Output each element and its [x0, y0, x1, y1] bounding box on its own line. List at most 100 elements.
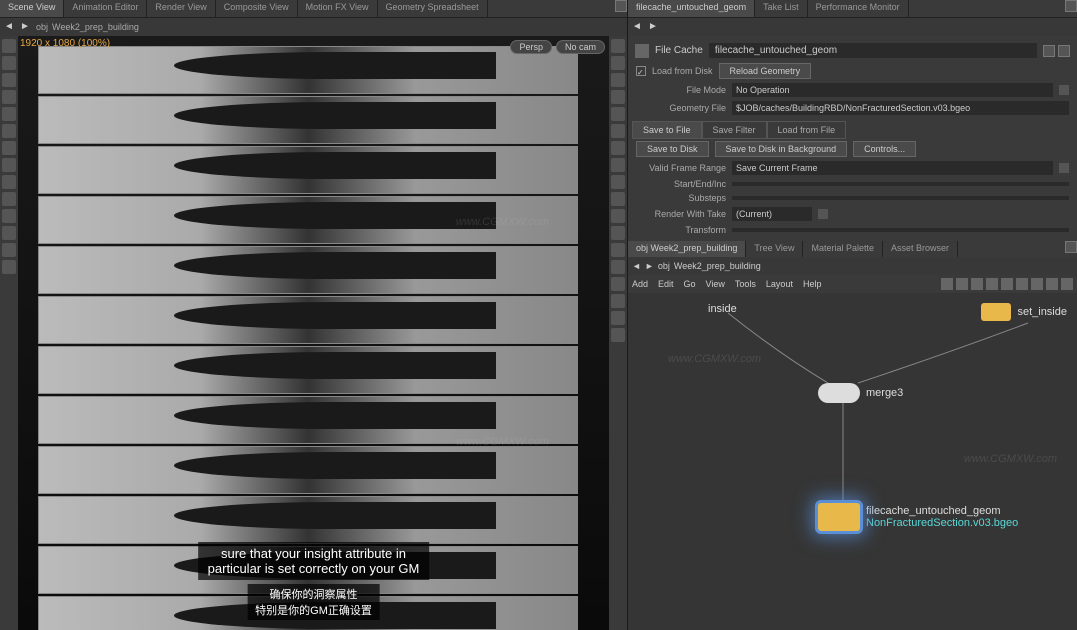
tab-asset-browser[interactable]: Asset Browser: [883, 241, 958, 257]
tool-icon[interactable]: [971, 278, 983, 290]
tab-animation-editor[interactable]: Animation Editor: [64, 0, 147, 17]
tab-take-list[interactable]: Take List: [755, 0, 808, 17]
tool-icon[interactable]: [2, 158, 16, 172]
tab-load-from-file[interactable]: Load from File: [767, 121, 847, 139]
scale-tool-icon[interactable]: [2, 90, 16, 104]
display-icon[interactable]: [611, 209, 625, 223]
menu-tools[interactable]: Tools: [735, 279, 756, 289]
forward-icon[interactable]: ►: [20, 21, 32, 33]
display-icon[interactable]: [611, 73, 625, 87]
tool-icon[interactable]: [2, 209, 16, 223]
tool-icon[interactable]: [956, 278, 968, 290]
node-filecache[interactable]: filecache_untouched_geom NonFracturedSec…: [818, 503, 1018, 531]
tool-icon[interactable]: [2, 226, 16, 240]
tab-material-palette[interactable]: Material Palette: [803, 241, 883, 257]
controls-button[interactable]: Controls...: [853, 141, 916, 157]
back-icon[interactable]: ◄: [632, 21, 644, 33]
tool-icon[interactable]: [2, 124, 16, 138]
reload-geometry-button[interactable]: Reload Geometry: [719, 63, 812, 79]
display-icon[interactable]: [611, 294, 625, 308]
display-icon[interactable]: [611, 107, 625, 121]
menu-help[interactable]: Help: [803, 279, 822, 289]
tool-icon[interactable]: [941, 278, 953, 290]
back-icon[interactable]: ◄: [4, 21, 16, 33]
display-icon[interactable]: [611, 56, 625, 70]
geometry-file-field[interactable]: $JOB/caches/BuildingRBD/NonFracturedSect…: [732, 101, 1069, 115]
display-icon[interactable]: [611, 260, 625, 274]
display-icon[interactable]: [611, 277, 625, 291]
save-to-disk-button[interactable]: Save to Disk: [636, 141, 709, 157]
substeps-field[interactable]: [732, 196, 1069, 200]
tab-add-icon[interactable]: [1065, 241, 1077, 253]
tool-icon[interactable]: [2, 260, 16, 274]
rotate-tool-icon[interactable]: [2, 73, 16, 87]
tool-icon[interactable]: [1061, 278, 1073, 290]
display-icon[interactable]: [611, 243, 625, 257]
select-tool-icon[interactable]: [2, 39, 16, 53]
tab-composite-view[interactable]: Composite View: [216, 0, 298, 17]
display-icon[interactable]: [611, 328, 625, 342]
tab-filecache[interactable]: filecache_untouched_geom: [628, 0, 755, 17]
node-name-field[interactable]: filecache_untouched_geom: [709, 43, 1037, 58]
chevron-down-icon[interactable]: [818, 209, 828, 219]
tool-icon[interactable]: [2, 107, 16, 121]
persp-dropdown[interactable]: Persp: [510, 40, 552, 54]
tool-icon[interactable]: [2, 192, 16, 206]
menu-add[interactable]: Add: [632, 279, 648, 289]
tool-icon[interactable]: [1001, 278, 1013, 290]
forward-icon[interactable]: ►: [648, 21, 660, 33]
chevron-down-icon[interactable]: [1059, 163, 1069, 173]
valid-frame-range-dropdown[interactable]: Save Current Frame: [732, 161, 1053, 175]
tab-tree-view[interactable]: Tree View: [746, 241, 803, 257]
network-canvas[interactable]: inside set_inside merge3 filecache_untou…: [628, 293, 1077, 630]
display-icon[interactable]: [611, 141, 625, 155]
path-obj[interactable]: obj: [658, 261, 670, 271]
back-icon[interactable]: ◄: [632, 261, 641, 271]
tab-add-icon[interactable]: [615, 0, 627, 12]
path-obj[interactable]: obj: [36, 22, 48, 32]
tab-geometry-spreadsheet[interactable]: Geometry Spreadsheet: [378, 0, 488, 17]
chevron-down-icon[interactable]: [1059, 85, 1069, 95]
tab-motion-fx[interactable]: Motion FX View: [298, 0, 378, 17]
tool-icon[interactable]: [1046, 278, 1058, 290]
3d-viewport[interactable]: Persp No cam www.CGMXW.: [18, 36, 609, 630]
menu-view[interactable]: View: [706, 279, 725, 289]
tab-add-icon[interactable]: [1065, 0, 1077, 12]
display-icon[interactable]: [611, 311, 625, 325]
menu-layout[interactable]: Layout: [766, 279, 793, 289]
tab-performance[interactable]: Performance Monitor: [808, 0, 909, 17]
tool-icon[interactable]: [2, 141, 16, 155]
node-inside[interactable]: inside: [708, 303, 737, 315]
node-set-inside[interactable]: set_inside: [981, 303, 1067, 321]
node-merge3[interactable]: merge3: [818, 383, 903, 403]
tab-render-view[interactable]: Render View: [147, 0, 215, 17]
path-building[interactable]: Week2_prep_building: [674, 261, 761, 271]
cam-dropdown[interactable]: No cam: [556, 40, 605, 54]
tool-icon[interactable]: [1016, 278, 1028, 290]
display-icon[interactable]: [611, 192, 625, 206]
menu-edit[interactable]: Edit: [658, 279, 674, 289]
tool-icon[interactable]: [2, 175, 16, 189]
render-with-take-dropdown[interactable]: (Current): [732, 207, 812, 221]
tab-save-filter[interactable]: Save Filter: [702, 121, 767, 139]
display-icon[interactable]: [611, 39, 625, 53]
tab-save-to-file[interactable]: Save to File: [632, 121, 702, 139]
help-icon[interactable]: [1058, 45, 1070, 57]
tool-icon[interactable]: [1031, 278, 1043, 290]
tool-icon[interactable]: [986, 278, 998, 290]
tab-scene-view[interactable]: Scene View: [0, 0, 64, 17]
file-mode-dropdown[interactable]: No Operation: [732, 83, 1053, 97]
snap-icon[interactable]: [2, 243, 16, 257]
forward-icon[interactable]: ►: [645, 261, 654, 271]
display-icon[interactable]: [611, 226, 625, 240]
menu-go[interactable]: Go: [684, 279, 696, 289]
display-icon[interactable]: [611, 90, 625, 104]
move-tool-icon[interactable]: [2, 56, 16, 70]
load-from-disk-checkbox[interactable]: [636, 66, 646, 76]
gear-icon[interactable]: [1043, 45, 1055, 57]
display-icon[interactable]: [611, 175, 625, 189]
display-icon[interactable]: [611, 158, 625, 172]
path-building[interactable]: Week2_prep_building: [52, 22, 139, 32]
start-end-field[interactable]: [732, 182, 1069, 186]
transform-field[interactable]: [732, 228, 1069, 232]
